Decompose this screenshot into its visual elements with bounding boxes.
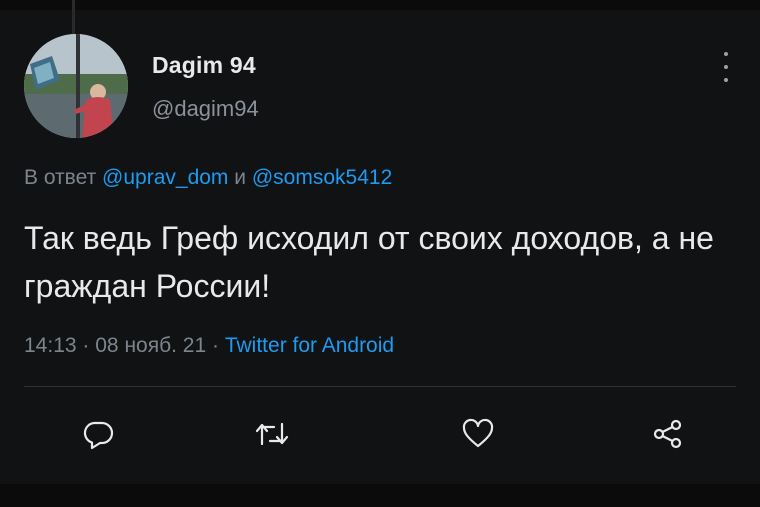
reply-context: В ответ @uprav_dom и @somsok5412 — [24, 166, 392, 190]
meta-separator: · — [212, 334, 219, 357]
reply-conjunction: и — [234, 166, 247, 189]
heart-icon — [462, 418, 494, 448]
user-handle[interactable]: @dagim94 — [152, 96, 259, 122]
share-button[interactable] — [648, 414, 688, 454]
like-button[interactable] — [458, 414, 498, 454]
reply-prefix: В ответ — [24, 166, 97, 189]
more-dot — [724, 52, 728, 56]
tweet-screen: Dagim 94 @dagim94 В ответ @uprav_dom и @… — [0, 0, 760, 507]
reply-icon — [83, 421, 114, 450]
bottom-strip — [0, 484, 760, 507]
display-name[interactable]: Dagim 94 — [152, 52, 256, 79]
divider-top — [24, 386, 736, 387]
meta-separator: · — [82, 334, 90, 357]
tweet-meta: 14:13 · 08 нояб. 21 · Twitter for Androi… — [24, 334, 394, 358]
top-bar — [0, 0, 760, 10]
avatar-photo-image — [24, 34, 128, 138]
share-icon — [653, 419, 682, 449]
mention-link-somsok5412[interactable]: @somsok5412 — [252, 166, 392, 189]
more-dot — [724, 78, 728, 82]
tweet-source-link[interactable]: Twitter for Android — [225, 334, 394, 357]
mention-link-uprav-dom[interactable]: @uprav_dom — [102, 166, 228, 189]
more-options-icon[interactable] — [716, 52, 736, 82]
avatar[interactable] — [24, 34, 128, 138]
tweet-time[interactable]: 14:13 — [24, 334, 77, 357]
tweet-text: Так ведь Греф исходил от своих доходов, … — [24, 220, 714, 304]
retweet-button[interactable] — [252, 414, 292, 454]
tweet-date[interactable]: 08 нояб. 21 — [95, 334, 206, 357]
more-dot — [724, 65, 728, 69]
reply-button[interactable] — [78, 414, 118, 454]
retweet-icon — [255, 422, 289, 446]
thread-connector-line — [72, 0, 75, 34]
